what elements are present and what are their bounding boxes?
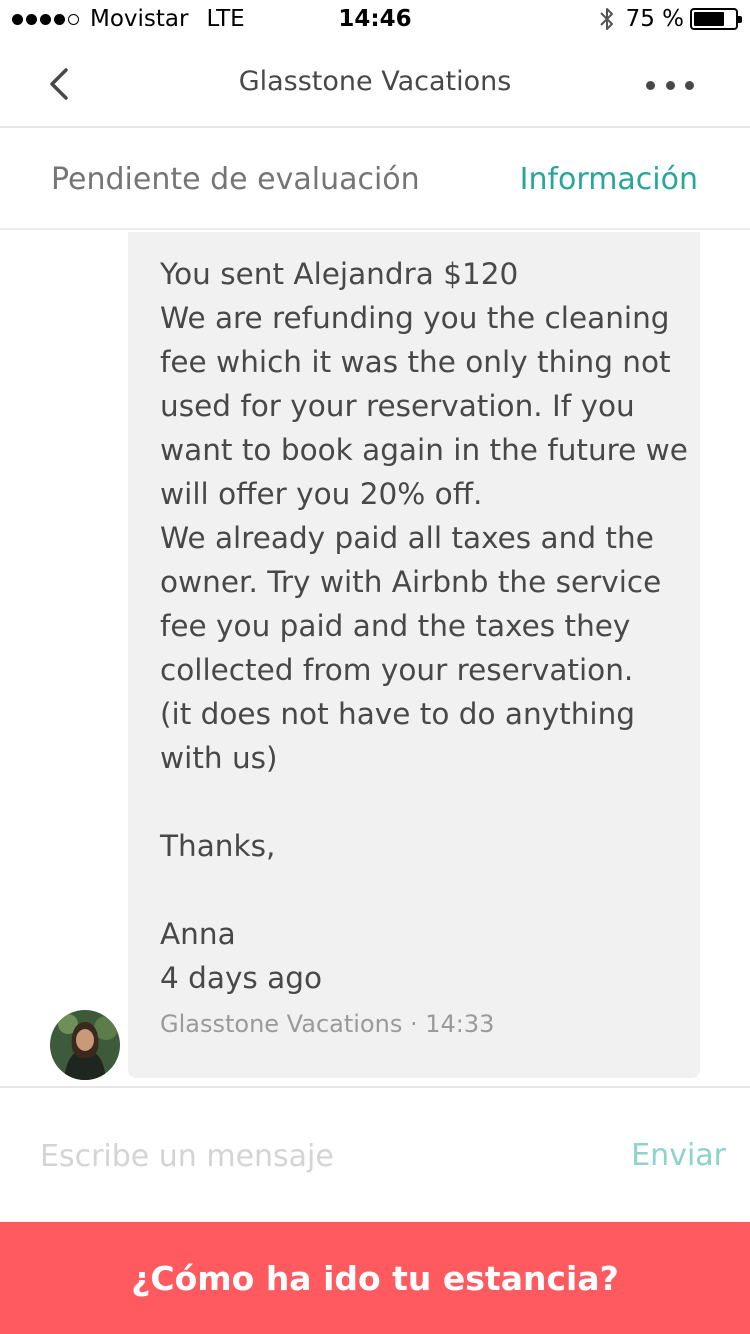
message-composer: Enviar: [0, 1086, 750, 1222]
battery-percentage: 75 %: [625, 6, 684, 32]
reservation-status-bar: Pendiente de evaluación Información: [0, 130, 750, 230]
status-bar: Movistar LTE 14:46 75 %: [0, 0, 750, 40]
avatar: [50, 1010, 120, 1080]
page-title: Glasstone Vacations: [238, 66, 512, 97]
navigation-bar: Glasstone Vacations: [0, 40, 750, 128]
status-right: 75 %: [598, 6, 742, 32]
sender-avatar[interactable]: [46, 1006, 124, 1084]
battery-fill: [694, 12, 724, 26]
bluetooth-icon: [599, 8, 613, 30]
host-photo: [50, 1010, 120, 1080]
more-dot: [665, 80, 675, 90]
review-stay-button[interactable]: ¿Cómo ha ido tu estancia?: [0, 1222, 750, 1334]
message-input[interactable]: [40, 1132, 580, 1180]
send-button[interactable]: Enviar: [631, 1138, 726, 1173]
message-text: You sent Alejandra $120 We are refunding…: [160, 257, 688, 995]
message-sender-time: Glasstone Vacations · 14:33: [160, 1010, 495, 1038]
review-status-label: Pendiente de evaluación: [51, 162, 420, 197]
more-dot: [685, 80, 694, 90]
review-stay-label: ¿Cómo ha ido tu estancia?: [131, 1258, 619, 1298]
message-thread[interactable]: You sent Alejandra $120 We are refunding…: [0, 232, 750, 1086]
battery-icon: [690, 8, 742, 30]
battery-nub: [738, 16, 742, 23]
more-dot: [646, 80, 655, 90]
message-bubble: You sent Alejandra $120 We are refunding…: [128, 232, 700, 1078]
more-options-button[interactable]: [646, 70, 694, 100]
information-link[interactable]: Información: [520, 162, 698, 197]
